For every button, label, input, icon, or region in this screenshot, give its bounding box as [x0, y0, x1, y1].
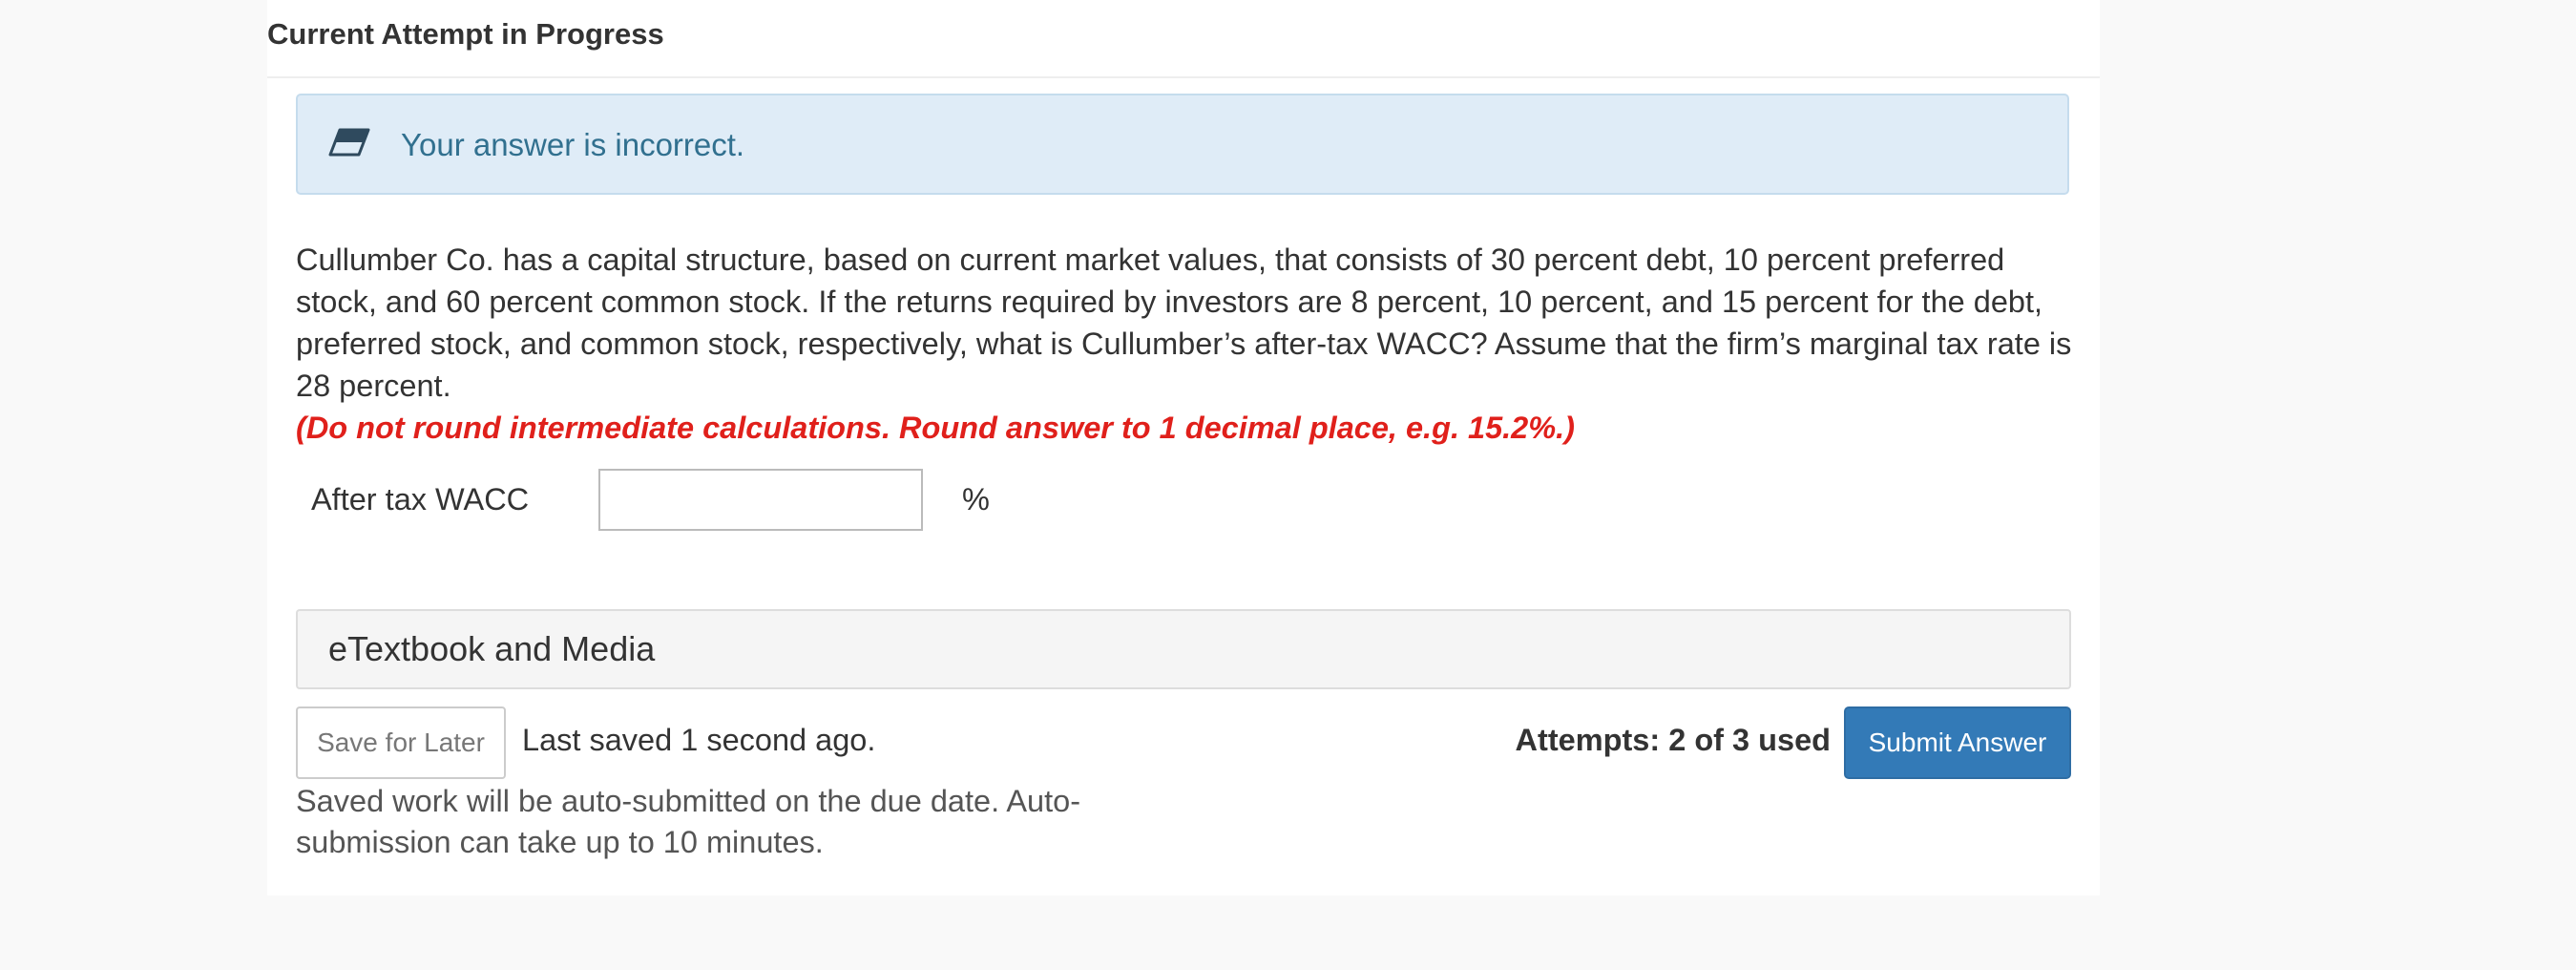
wacc-answer-input[interactable] [598, 469, 923, 531]
title-divider [267, 76, 2100, 78]
question-text-block: Cullumber Co. has a capital structure, b… [296, 239, 2090, 449]
feedback-message: Your answer is incorrect. [401, 127, 745, 162]
save-for-later-button[interactable]: Save for Later [296, 706, 506, 779]
last-saved-status: Last saved 1 second ago. [522, 723, 876, 757]
answer-label: After tax WACC [311, 482, 530, 517]
question-instruction: (Do not round intermediate calculations.… [296, 411, 1576, 445]
feedback-alert: Your answer is incorrect. [296, 94, 2069, 195]
question-text: Cullumber Co. has a capital structure, b… [296, 242, 2072, 403]
etextbook-media-label: eTextbook and Media [328, 629, 656, 668]
eraser-icon [328, 128, 370, 157]
page-title: Current Attempt in Progress [267, 17, 664, 51]
assignment-panel: Current Attempt in Progress Your answer … [267, 0, 2100, 896]
attempts-counter: Attempts: 2 of 3 used [1515, 723, 1831, 757]
etextbook-media-toggle[interactable]: eTextbook and Media [296, 609, 2071, 689]
autosubmit-note: Saved work will be auto-submitted on the… [296, 784, 1081, 859]
submit-answer-button[interactable]: Submit Answer [1844, 706, 2071, 779]
percent-unit: % [962, 482, 990, 517]
